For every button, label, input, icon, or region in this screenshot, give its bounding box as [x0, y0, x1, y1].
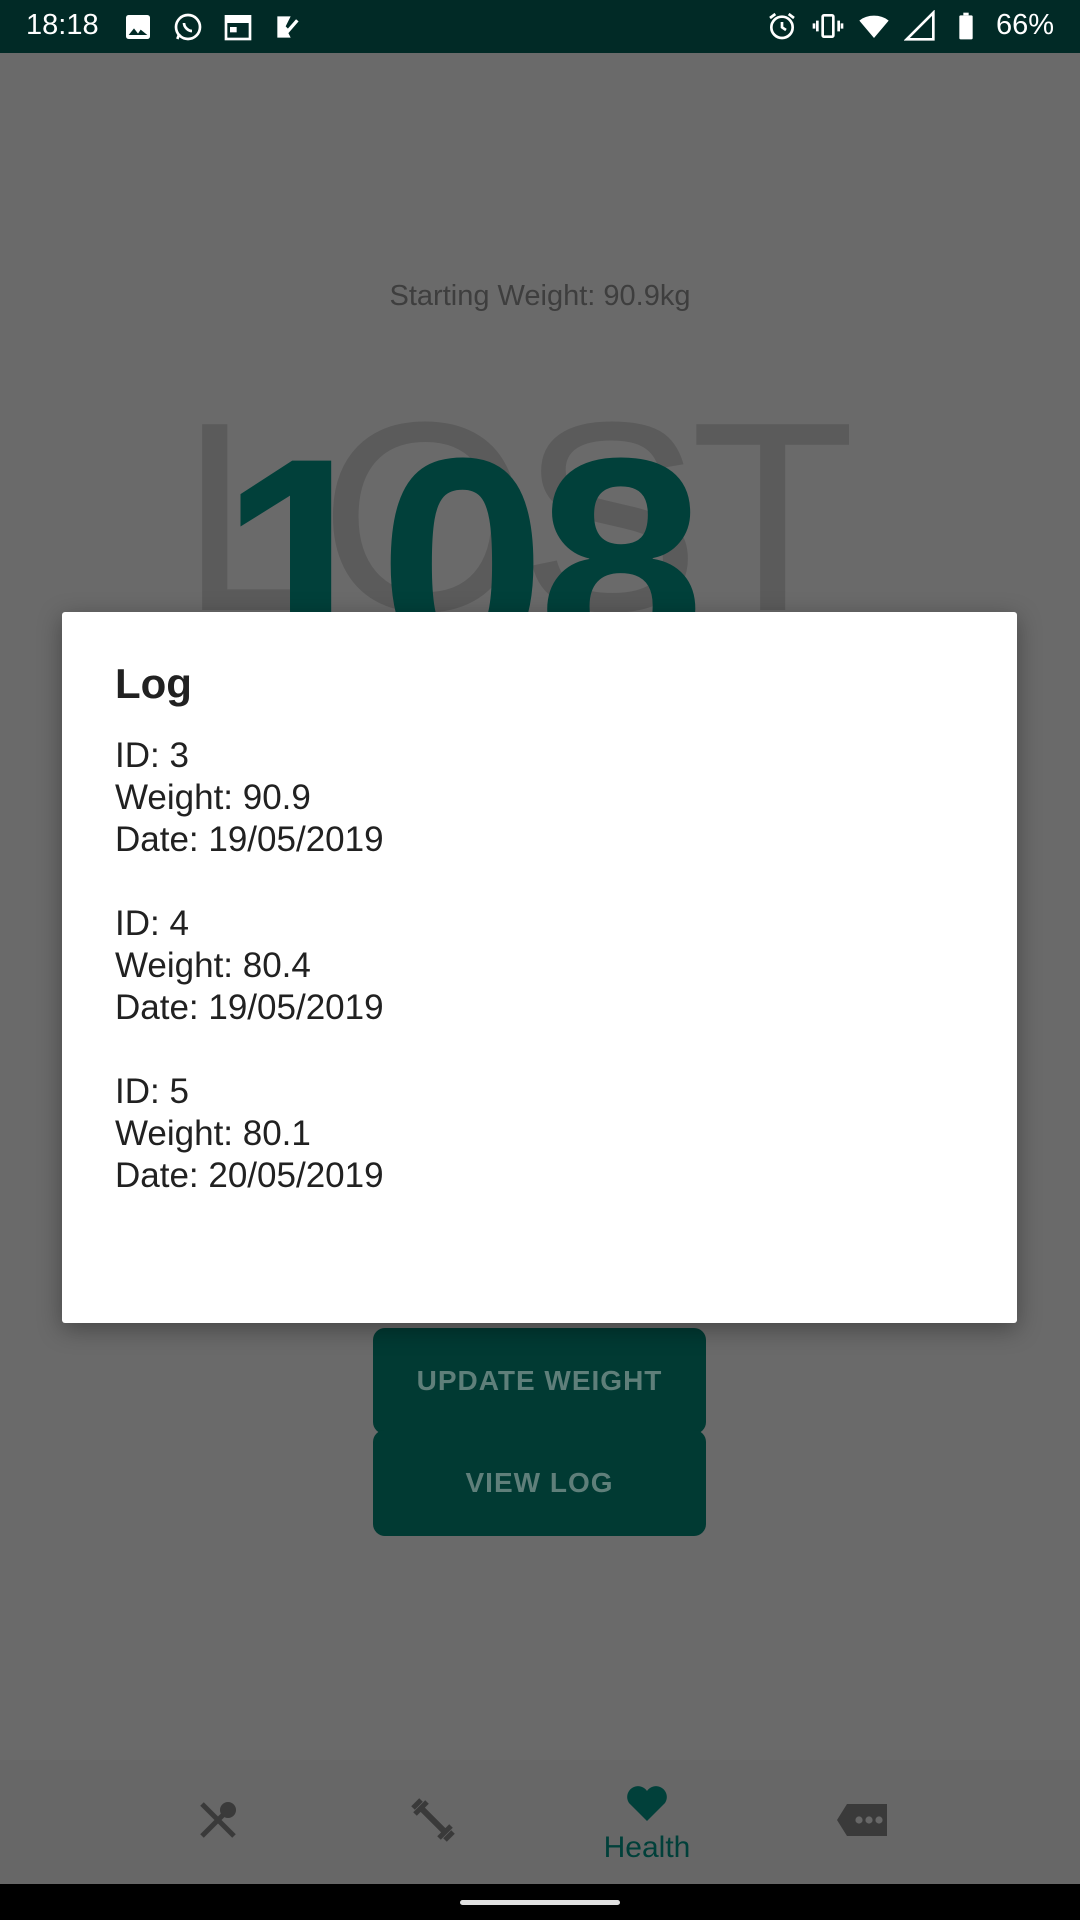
- nav-item-workout[interactable]: [333, 1760, 533, 1884]
- log-entry: ID: 5 Weight: 80.1 Date: 20/05/2019: [115, 1071, 384, 1197]
- log-entries: ID: 3 Weight: 90.9 Date: 19/05/2019 ID: …: [115, 735, 384, 1239]
- battery-icon: [959, 12, 973, 39]
- log-entry: ID: 4 Weight: 80.4 Date: 19/05/2019: [115, 903, 384, 1029]
- alarm-icon: [769, 12, 795, 39]
- system-icons: 66%: [766, 9, 1054, 42]
- status-time: 18:18: [26, 9, 99, 41]
- food-icon: [200, 1802, 236, 1838]
- view-log-button[interactable]: VIEW LOG: [373, 1430, 706, 1536]
- battery-percentage: 66%: [995, 9, 1054, 41]
- starting-weight-label: Starting Weight: 90.9kg: [389, 280, 691, 312]
- entry-id: ID: 3: [115, 736, 189, 775]
- whatsapp-icon: [174, 13, 202, 41]
- dialog-title: Log: [115, 660, 192, 707]
- wifi-icon: [859, 15, 889, 38]
- nav-item-more[interactable]: [763, 1760, 963, 1884]
- update-weight-button[interactable]: UPDATE WEIGHT: [373, 1328, 706, 1434]
- entry-weight: Weight: 90.9: [115, 778, 311, 817]
- nav-label-health: Health: [603, 1831, 691, 1864]
- dumbbell-icon: [411, 1798, 455, 1842]
- entry-id: ID: 4: [115, 904, 189, 943]
- entry-weight: Weight: 80.1: [115, 1114, 311, 1153]
- calendar-icon: [224, 14, 252, 41]
- entry-date: Date: 19/05/2019: [115, 820, 384, 859]
- bottom-navigation: Health: [0, 1760, 1080, 1884]
- notification-icons: [122, 11, 304, 43]
- heart-icon: [627, 1786, 667, 1821]
- log-entry: ID: 3 Weight: 90.9 Date: 19/05/2019: [115, 735, 384, 861]
- signal-icon: [903, 9, 935, 41]
- home-handle[interactable]: [460, 1900, 620, 1905]
- image-icon: [126, 15, 150, 39]
- entry-date: Date: 19/05/2019: [115, 988, 384, 1027]
- tasks-icon: [277, 16, 299, 38]
- log-dialog: Log ID: 3 Weight: 90.9 Date: 19/05/2019 …: [62, 612, 1017, 1323]
- vibrate-icon: [812, 13, 844, 38]
- more-tag-icon: [837, 1804, 887, 1836]
- entry-id: ID: 5: [115, 1072, 189, 1111]
- entry-date: Date: 20/05/2019: [115, 1156, 384, 1195]
- status-bar: 18:18 66%: [0, 0, 1080, 53]
- nav-item-food[interactable]: [118, 1760, 318, 1884]
- nav-item-health[interactable]: Health: [547, 1760, 747, 1884]
- gesture-navigation-bar: [0, 1884, 1080, 1920]
- entry-weight: Weight: 80.4: [115, 946, 311, 985]
